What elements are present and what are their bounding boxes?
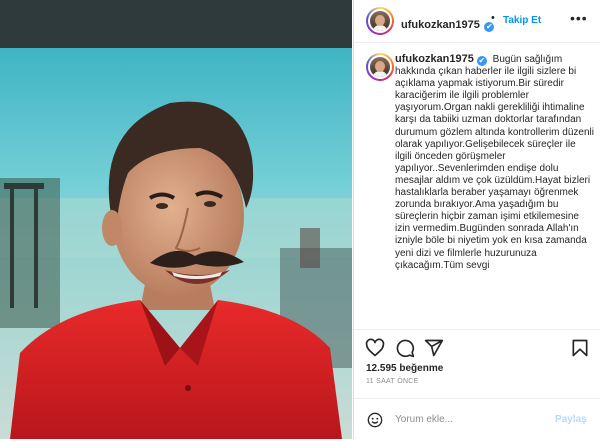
caption-verified-badge-icon: ✔ — [476, 56, 487, 66]
send-icon[interactable] — [424, 338, 444, 358]
caption-avatar[interactable] — [366, 53, 394, 81]
photo-top-bar — [0, 0, 352, 48]
caption-area: ufukozkan1975 ✔ Bugün sağlığım hakkında ç… — [354, 43, 600, 329]
avatar[interactable] — [366, 7, 394, 35]
post-comment-button[interactable]: Paylaş — [555, 414, 587, 425]
comment-icon[interactable] — [395, 338, 415, 358]
avatar-photo — [370, 57, 390, 77]
follow-button[interactable]: Takip Et — [503, 15, 541, 26]
post-actions: 12.595 beğenme 11 SAAT ÖNCE Yorum ekle..… — [354, 329, 600, 440]
caption-text-block: ufukozkan1975 ✔ Bugün sağlığım hakkında ç… — [395, 53, 595, 272]
post-photo[interactable] — [0, 0, 352, 439]
post-header: ufukozkan1975 ✔ • Takip Et ••• — [354, 0, 600, 43]
header-username-group[interactable]: ufukozkan1975 ✔ — [401, 15, 495, 33]
avatar-photo — [370, 11, 390, 31]
more-options-icon[interactable]: ••• — [570, 10, 588, 26]
post-timestamp[interactable]: 11 SAAT ÖNCE — [366, 378, 419, 385]
caption-text: Bugün sağlığım hakkında çıkan haberler i… — [395, 54, 594, 271]
post-image — [0, 48, 352, 439]
comment-input[interactable]: Yorum ekle... — [395, 414, 453, 425]
comment-box: Yorum ekle... Paylaş — [354, 398, 600, 441]
header-separator: • — [491, 12, 495, 24]
instagram-post-window: ufukozkan1975 ✔ • Takip Et ••• ufukozkan… — [0, 0, 600, 439]
caption-username[interactable]: ufukozkan1975 — [395, 53, 474, 65]
bookmark-icon[interactable] — [570, 338, 590, 358]
emoji-icon[interactable] — [367, 412, 383, 428]
heart-icon[interactable] — [365, 338, 385, 358]
post-detail-panel: ufukozkan1975 ✔ • Takip Et ••• ufukozkan… — [353, 0, 600, 439]
header-username[interactable]: ufukozkan1975 — [401, 19, 480, 31]
likes-count[interactable]: 12.595 beğenme — [366, 363, 443, 374]
